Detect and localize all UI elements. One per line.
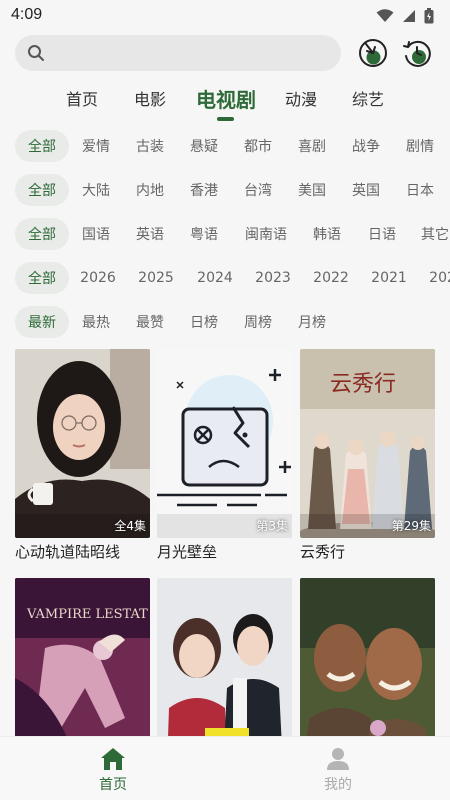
status-time: 4:09: [11, 6, 43, 23]
signal-icon: [403, 10, 415, 22]
show-title: 月光壁垒: [157, 543, 218, 561]
sort-chip[interactable]: 月榜: [291, 306, 333, 338]
wifi-icon: [376, 9, 394, 22]
filter-language-chip[interactable]: 闽南语: [238, 218, 294, 250]
tab-anime[interactable]: 动漫: [279, 82, 323, 114]
sort-chip[interactable]: 周榜: [237, 306, 279, 338]
episode-badge: 全4集: [114, 519, 146, 533]
download-icon[interactable]: [358, 38, 388, 68]
filter-year-chip[interactable]: 2023: [252, 262, 294, 294]
search-box[interactable]: [15, 35, 341, 71]
poster-title-text: VAMPIRE LESTAT: [26, 607, 148, 622]
history-icon[interactable]: [402, 38, 432, 68]
sort-chip[interactable]: 最赞: [129, 306, 171, 338]
poster-image: 云秀行 第29集: [300, 349, 435, 538]
filter-genre-chip[interactable]: 全部: [15, 130, 69, 162]
filter-year-chip[interactable]: 2021: [368, 262, 410, 294]
filter-row-language: 全部 国语 英语 粤语 闽南语 韩语 日语 其它: [0, 218, 450, 250]
filter-row-region: 全部 大陆 内地 香港 台湾 美国 英国 日本: [0, 174, 450, 206]
filter-genre-chip[interactable]: 战争: [345, 130, 387, 162]
tab-home[interactable]: 首页: [60, 82, 104, 114]
home-icon: [101, 748, 125, 770]
filter-region-chip[interactable]: 英国: [345, 174, 387, 206]
search-icon: [28, 45, 44, 61]
episode-badge: 第3集: [256, 519, 288, 533]
search-input[interactable]: [53, 35, 333, 71]
filter-year-chip[interactable]: 2024: [194, 262, 236, 294]
filter-language-chip[interactable]: 全部: [15, 218, 69, 250]
filter-language-chip[interactable]: 日语: [361, 218, 403, 250]
nav-profile[interactable]: 我的: [288, 737, 388, 800]
sort-chip[interactable]: 日榜: [183, 306, 225, 338]
filter-genre-chip[interactable]: 剧情: [399, 130, 441, 162]
filter-genre-chip[interactable]: 爱情: [75, 130, 117, 162]
filter-language-chip[interactable]: 韩语: [306, 218, 348, 250]
filter-year-chip[interactable]: 2020: [426, 262, 450, 294]
nav-home-label: 首页: [99, 777, 127, 793]
filter-language-chip[interactable]: 粤语: [183, 218, 225, 250]
filter-region-chip[interactable]: 日本: [399, 174, 441, 206]
nav-home[interactable]: 首页: [63, 737, 163, 800]
status-bar: 4:09: [0, 0, 450, 30]
bottom-navigation: 首页 我的: [0, 736, 450, 800]
nav-profile-label: 我的: [324, 777, 352, 793]
poster-title-text: 云秀行: [330, 372, 396, 397]
tab-variety[interactable]: 综艺: [346, 82, 390, 114]
main-category-tabs: 首页 电影 电视剧 动漫 综艺: [0, 82, 450, 122]
user-icon: [327, 748, 349, 770]
active-tab-indicator: [217, 117, 234, 121]
filter-genre-chip[interactable]: 喜剧: [291, 130, 333, 162]
filter-region-chip[interactable]: 内地: [129, 174, 171, 206]
filter-year-chip[interactable]: 2022: [310, 262, 352, 294]
filter-genre-chip[interactable]: 悬疑: [183, 130, 225, 162]
show-title: 云秀行: [300, 543, 346, 561]
filter-row-sort: 最新 最热 最赞 日榜 周榜 月榜: [0, 306, 450, 338]
filter-region-chip[interactable]: 美国: [291, 174, 333, 206]
battery-icon: [424, 8, 434, 24]
filter-region-chip[interactable]: 大陆: [75, 174, 117, 206]
filter-year-chip[interactable]: 2026: [77, 262, 119, 294]
filter-row-year: 全部 2026 2025 2024 2023 2022 2021 2020: [0, 262, 450, 294]
filter-year-chip[interactable]: 2025: [135, 262, 177, 294]
filter-region-chip[interactable]: 台湾: [237, 174, 279, 206]
filter-genre-chip[interactable]: 都市: [237, 130, 279, 162]
filter-region-chip[interactable]: 全部: [15, 174, 69, 206]
episode-badge: 第29集: [391, 519, 431, 533]
filter-year-chip[interactable]: 全部: [15, 262, 69, 294]
filter-language-chip[interactable]: 其它: [414, 218, 450, 250]
tab-movies[interactable]: 电影: [128, 82, 172, 114]
sort-chip[interactable]: 最热: [75, 306, 117, 338]
filter-language-chip[interactable]: 英语: [129, 218, 171, 250]
filter-row-genre: 全部 爱情 古装 悬疑 都市 喜剧 战争 剧情: [0, 130, 450, 162]
show-title: 心动轨道陆昭线: [15, 543, 121, 561]
filter-region-chip[interactable]: 香港: [183, 174, 225, 206]
poster-image: 全4集: [15, 349, 150, 538]
status-icons: [376, 8, 434, 24]
filter-language-chip[interactable]: 国语: [75, 218, 117, 250]
poster-placeholder: 第3集: [157, 349, 292, 538]
search-row: [15, 35, 435, 71]
tab-tv-series[interactable]: 电视剧: [190, 82, 262, 114]
filter-genre-chip[interactable]: 古装: [129, 130, 171, 162]
sort-chip[interactable]: 最新: [15, 306, 69, 338]
